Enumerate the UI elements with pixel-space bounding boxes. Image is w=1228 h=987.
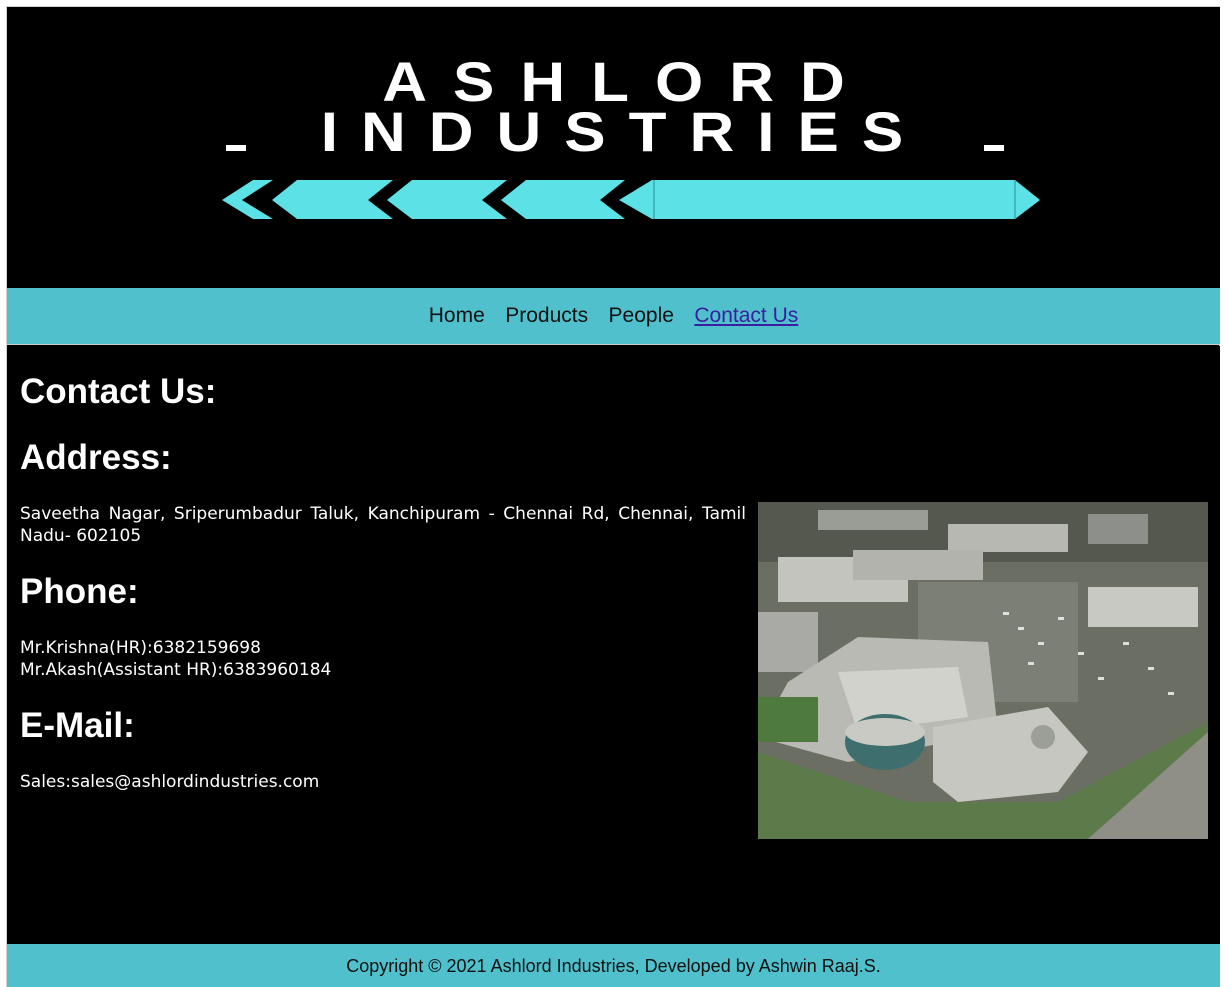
header-banner: ASHLORD INDUSTRIES bbox=[7, 7, 1220, 288]
logo-graphic bbox=[222, 145, 1040, 219]
copyright-text: Copyright © 2021 Ashlord Industries, Dev… bbox=[346, 956, 881, 976]
address-text: Saveetha Nagar, Sriperumbadur Taluk, Kan… bbox=[20, 504, 746, 546]
nav-contact-link[interactable]: Contact Us bbox=[694, 304, 798, 328]
page-footer: Copyright © 2021 Ashlord Industries, Dev… bbox=[7, 944, 1220, 987]
phone-heading: Phone: bbox=[20, 572, 139, 611]
aerial-photo-illustration bbox=[758, 502, 1208, 839]
contact-content: Contact Us: Address: Saveetha Nagar, Sri… bbox=[7, 346, 1220, 944]
phone-entry: Mr.Krishna(HR):6382159698 bbox=[20, 638, 261, 658]
phone-entry: Mr.Akash(Assistant HR):6383960184 bbox=[20, 660, 332, 680]
address-heading: Address: bbox=[20, 438, 172, 477]
page-title: Contact Us: bbox=[20, 372, 217, 411]
nav-products-link[interactable]: Products bbox=[505, 304, 588, 328]
logo-arrow-icon bbox=[222, 180, 1040, 219]
logo-dash-left bbox=[226, 145, 246, 151]
email-heading: E-Mail: bbox=[20, 706, 135, 745]
logo-dash-right bbox=[984, 145, 1004, 151]
nav-home-link[interactable]: Home bbox=[429, 304, 485, 328]
email-text: Sales:sales@ashlordindustries.com bbox=[20, 772, 320, 792]
nav-people-link[interactable]: People bbox=[609, 304, 674, 328]
facility-aerial-image bbox=[758, 502, 1208, 839]
phone-list: Mr.Krishna(HR):6382159698 Mr.Akash(Assis… bbox=[20, 637, 331, 681]
main-navigation: Home Products People Contact Us bbox=[7, 288, 1220, 345]
